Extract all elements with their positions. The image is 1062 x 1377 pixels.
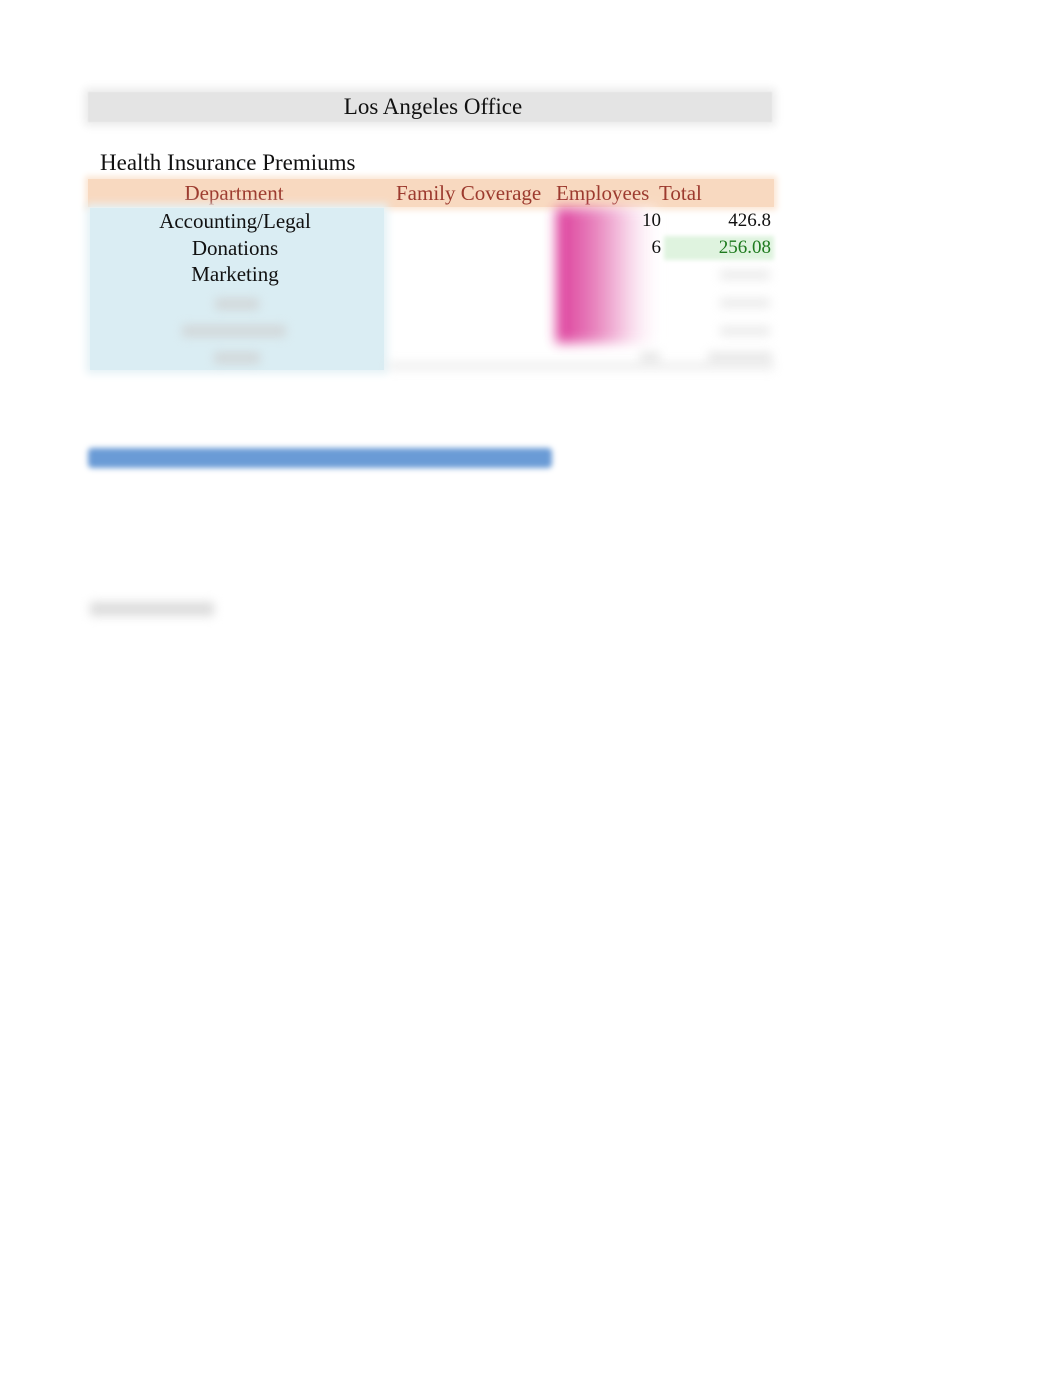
blurred-blue-bar bbox=[88, 448, 552, 468]
column-header-total[interactable]: Total bbox=[659, 179, 702, 207]
section-title: Health Insurance Premiums bbox=[100, 150, 356, 175]
blurred-cell bbox=[720, 270, 770, 280]
cell-total[interactable]: 256.08 bbox=[664, 235, 771, 261]
page-title: Los Angeles Office bbox=[343, 94, 523, 119]
blurred-cell bbox=[215, 298, 259, 310]
cell-department[interactable]: Donations bbox=[90, 235, 380, 261]
cell-employees[interactable]: 6 bbox=[560, 235, 662, 261]
cell-total[interactable]: 426.8 bbox=[664, 208, 771, 234]
cell-department[interactable]: Accounting/Legal bbox=[90, 208, 380, 234]
blurred-cell bbox=[182, 325, 286, 337]
cell-department[interactable]: Marketing bbox=[90, 261, 380, 287]
blurred-cell bbox=[720, 298, 770, 308]
cell-employees[interactable]: 10 bbox=[560, 208, 661, 234]
column-header-family-coverage[interactable]: Family Coverage bbox=[396, 179, 541, 207]
blurred-cell bbox=[708, 352, 772, 362]
blurred-cell bbox=[720, 326, 770, 336]
blurred-cell bbox=[214, 352, 260, 364]
blurred-total-row bbox=[388, 362, 774, 370]
blurred-footer-text bbox=[90, 602, 214, 616]
column-header-employees[interactable]: Employees bbox=[556, 179, 649, 207]
column-header-department[interactable]: Department bbox=[90, 179, 378, 207]
blurred-cell bbox=[640, 352, 660, 362]
